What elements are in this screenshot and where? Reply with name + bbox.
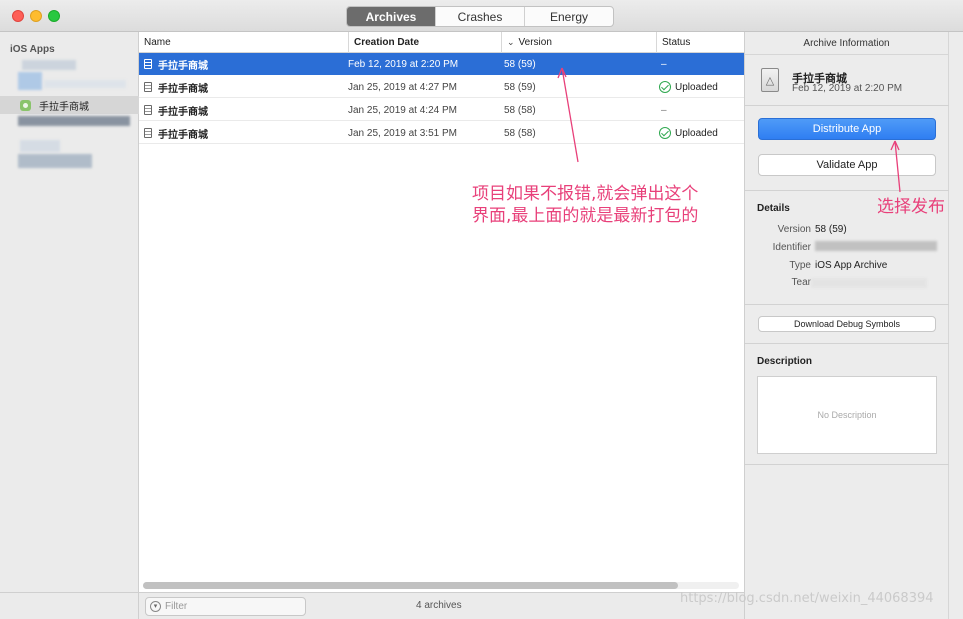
- table-row[interactable]: 手拉手商城 Jan 25, 2019 at 4:27 PM 58 (59) Up…: [139, 76, 744, 98]
- archive-name: 手拉手商城: [158, 106, 208, 118]
- redacted-team: [811, 278, 927, 288]
- detail-key-version: Version: [777, 224, 811, 235]
- filter-field[interactable]: ▾ Filter: [145, 597, 306, 616]
- divider: [745, 304, 949, 305]
- distribute-app-button[interactable]: Distribute App: [758, 118, 936, 140]
- organizer-tab-control: Archives Crashes Energy: [346, 6, 614, 27]
- divider: [745, 464, 949, 465]
- detail-key-identifier: Identifier: [772, 242, 811, 253]
- description-field[interactable]: No Description: [757, 376, 937, 454]
- close-window-button[interactable]: [12, 10, 24, 22]
- apps-sidebar: iOS Apps 手拉手商城: [0, 32, 139, 619]
- blurred-app-entry: [18, 116, 130, 126]
- app-icon: [20, 99, 31, 111]
- status-cell: –: [661, 104, 667, 116]
- archive-file-icon: [144, 59, 152, 69]
- column-header-creation-date[interactable]: Creation Date: [348, 32, 501, 53]
- status-label: Uploaded: [675, 81, 718, 93]
- archive-name: 手拉手商城: [158, 60, 208, 72]
- blurred-app-icon: [18, 72, 42, 90]
- status-cell: Uploaded: [659, 122, 718, 144]
- tab-archives[interactable]: Archives: [347, 7, 436, 26]
- version-cell: 58 (59): [504, 58, 536, 70]
- detail-value-type: iOS App Archive: [815, 260, 888, 271]
- table-row[interactable]: 手拉手商城 Feb 12, 2019 at 2:20 PM 58 (59) –: [139, 53, 744, 75]
- annotation-note: 项目如果不报错,就会弹出这个 界面,最上面的就是最新打包的: [472, 183, 698, 227]
- archive-name-cell: 手拉手商城: [144, 122, 208, 144]
- archives-count: 4 archives: [416, 600, 462, 611]
- archive-inspector: Archive Information △ 手拉手商城 Feb 12, 2019…: [744, 32, 963, 619]
- horizontal-scrollbar[interactable]: [143, 582, 739, 589]
- table-row[interactable]: 手拉手商城 Jan 25, 2019 at 4:24 PM 58 (58) –: [139, 99, 744, 121]
- status-label: Uploaded: [675, 127, 718, 139]
- archives-table: Name Creation Date ⌄ Version Status 手拉手商…: [139, 32, 744, 592]
- creation-date-cell: Jan 25, 2019 at 4:24 PM: [348, 104, 457, 116]
- filter-icon: ▾: [150, 601, 161, 612]
- filter-placeholder: Filter: [165, 601, 188, 612]
- version-cell: 58 (58): [504, 127, 536, 139]
- zoom-window-button[interactable]: [48, 10, 60, 22]
- table-row[interactable]: 手拉手商城 Jan 25, 2019 at 3:51 PM 58 (58) Up…: [139, 122, 744, 144]
- annotation-choose-publish: 选择发布: [877, 197, 945, 217]
- detail-key-team: Tear: [791, 277, 811, 288]
- details-title: Details: [757, 203, 790, 214]
- version-cell: 58 (59): [504, 81, 536, 93]
- divider: [745, 105, 949, 106]
- tab-crashes[interactable]: Crashes: [436, 7, 525, 26]
- scrollbar-thumb[interactable]: [143, 582, 678, 589]
- detail-key-type: Type: [789, 260, 811, 271]
- description-title: Description: [757, 356, 813, 367]
- minimize-window-button[interactable]: [30, 10, 42, 22]
- blurred-app-entry: [18, 154, 92, 168]
- archive-package-icon: △: [761, 68, 779, 92]
- watermark: https://blog.csdn.net/weixin_44068394: [680, 591, 934, 606]
- checkmark-circle-icon: [659, 127, 671, 139]
- column-header-version[interactable]: ⌄ Version: [501, 32, 656, 53]
- inspector-header: Archive Information: [745, 32, 948, 55]
- chevron-down-icon: ⌄: [507, 37, 515, 47]
- sidebar-bottom-bar: [0, 592, 139, 619]
- creation-date-cell: Feb 12, 2019 at 2:20 PM: [348, 58, 459, 70]
- archive-name-cell: 手拉手商城: [144, 99, 208, 121]
- status-cell: Uploaded: [659, 76, 718, 98]
- inspector-archive-date: Feb 12, 2019 at 2:20 PM: [792, 83, 903, 94]
- divider: [745, 343, 949, 344]
- checkmark-circle-icon: [659, 81, 671, 93]
- creation-date-cell: Jan 25, 2019 at 3:51 PM: [348, 127, 457, 139]
- archive-file-icon: [144, 82, 152, 92]
- annotation-line: 界面,最上面的就是最新打包的: [472, 206, 699, 226]
- divider: [745, 190, 949, 191]
- table-bottom-bar: ▾ Filter 4 archives: [139, 592, 744, 619]
- detail-value-version: 58 (59): [815, 224, 847, 235]
- download-debug-symbols-button[interactable]: Download Debug Symbols: [758, 316, 936, 332]
- creation-date-cell: Jan 25, 2019 at 4:27 PM: [348, 81, 457, 93]
- column-header-name[interactable]: Name: [139, 32, 348, 53]
- version-cell: 58 (58): [504, 104, 536, 116]
- annotation-line: 项目如果不报错,就会弹出这个: [472, 184, 699, 204]
- blurred-app-entry: [44, 80, 126, 88]
- archive-file-icon: [144, 128, 152, 138]
- archive-file-icon: [144, 105, 152, 115]
- title-bar: Archives Crashes Energy: [0, 0, 963, 32]
- column-header-status[interactable]: Status: [656, 32, 744, 53]
- description-placeholder: No Description: [817, 410, 877, 420]
- tab-energy[interactable]: Energy: [525, 7, 613, 26]
- inspector-panel: Archive Information △ 手拉手商城 Feb 12, 2019…: [745, 32, 949, 619]
- blurred-app-entry: [22, 60, 76, 70]
- validate-app-button[interactable]: Validate App: [758, 154, 936, 176]
- redacted-identifier: [815, 241, 937, 251]
- status-cell: –: [661, 58, 667, 70]
- table-header: Name Creation Date ⌄ Version Status: [139, 32, 744, 53]
- archive-name: 手拉手商城: [158, 129, 208, 141]
- sidebar-item-app[interactable]: 手拉手商城: [0, 96, 139, 114]
- sidebar-header: iOS Apps: [10, 44, 55, 55]
- sidebar-item-label: 手拉手商城: [39, 101, 89, 113]
- archive-name: 手拉手商城: [158, 83, 208, 95]
- archive-name-cell: 手拉手商城: [144, 76, 208, 98]
- column-header-version-label: Version: [518, 37, 552, 48]
- archive-name-cell: 手拉手商城: [144, 53, 208, 75]
- blurred-app-entry: [20, 140, 60, 152]
